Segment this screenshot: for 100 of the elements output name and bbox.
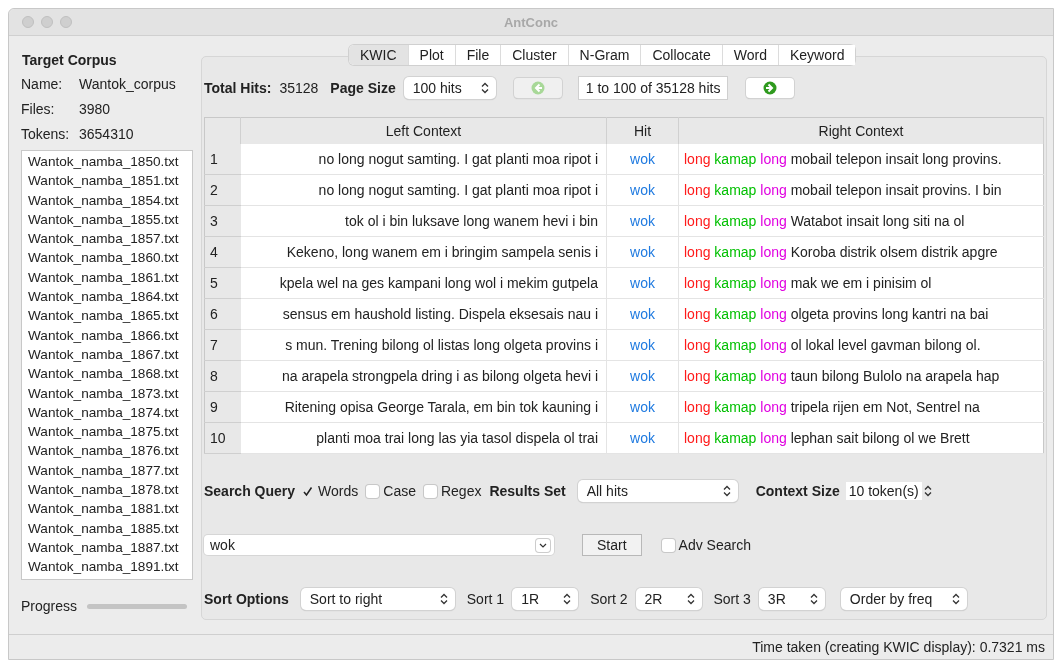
file-item[interactable]: Wantok_namba_1864.txt: [28, 287, 192, 307]
file-item[interactable]: Wantok_namba_1854.txt: [28, 190, 192, 210]
sort-level-select[interactable]: 3R: [758, 588, 825, 610]
left-context-cell: s mun. Trening bilong ol listas long olgeta provins i: [240, 329, 607, 361]
file-item[interactable]: Wantok_namba_1885.txt: [28, 518, 192, 538]
left-context-cell: na arapela strongpela dring i as bilong olgeta hevi i: [240, 360, 607, 392]
file-item[interactable]: Wantok_namba_1855.txt: [28, 209, 192, 230]
row-number: 5: [204, 267, 241, 299]
right-context-cell: long kamap long Koroba distrik olsem distrik apgre: [678, 236, 1044, 268]
right-context-cell: long kamap long mobail telepon insait provins. I bin: [678, 174, 1044, 206]
window-title: AntConc: [503, 14, 559, 30]
order-select[interactable]: Order by freq: [840, 588, 967, 610]
file-item[interactable]: Wantok_namba_1866.txt: [28, 325, 192, 345]
context-size-field[interactable]: 10 token(s): [845, 482, 922, 500]
hits-range-field[interactable]: 1 to 100 of 35128 hits: [577, 76, 729, 100]
file-item[interactable]: Wantok_namba_1874.txt: [28, 402, 192, 423]
file-item[interactable]: Wantok_namba_1857.txt: [28, 229, 192, 249]
row-number: 4: [204, 236, 241, 268]
updown-icon: [563, 593, 572, 605]
sort-options-label: Sort Options: [204, 591, 289, 607]
column-header[interactable]: Hit: [606, 117, 679, 144]
file-item[interactable]: Wantok_namba_1873.txt: [28, 383, 192, 403]
row-number: 2: [204, 174, 241, 206]
right-context-cell: long kamap long mobail telepon insait long provins.: [678, 144, 1044, 175]
checkbox[interactable]: [366, 484, 380, 498]
hit-cell: wok: [606, 360, 679, 392]
hit-cell: wok: [606, 144, 679, 175]
updown-icon: [439, 593, 448, 605]
file-item[interactable]: Wantok_namba_1878.txt: [28, 480, 192, 500]
left-context-cell: Kekeno, long wanem em i bringim sampela senis i: [240, 236, 607, 268]
hit-cell: wok: [606, 267, 679, 299]
hit-cell: wok: [606, 205, 679, 237]
file-item[interactable]: Wantok_namba_1881.txt: [28, 499, 192, 519]
right-context-cell: long kamap long olgeta provins long kantri na bai: [678, 298, 1044, 330]
field-value: 3980: [79, 101, 112, 117]
updown-icon: [480, 82, 489, 94]
left-context-cell: sensus em haushold listing. Dispela eksesais nau i: [240, 298, 607, 330]
sort-level-select[interactable]: 1R: [512, 588, 579, 610]
window-control-button[interactable]: [22, 16, 34, 28]
page-size-label: Page Size: [330, 80, 396, 96]
sort-level-label: Sort 1: [466, 591, 505, 607]
file-item[interactable]: Wantok_namba_1860.txt: [28, 248, 192, 268]
file-item[interactable]: Wantok_namba_1891.txt: [28, 557, 192, 577]
window-control-button[interactable]: [60, 16, 72, 28]
results-set-select[interactable]: All hits: [577, 480, 738, 502]
updown-icon: [809, 593, 818, 605]
total-hits-value: 35128: [279, 80, 319, 96]
search-query-field[interactable]: wok: [204, 535, 554, 555]
sort-mode-select[interactable]: Sort to right: [300, 588, 455, 610]
row-number: 9: [204, 391, 241, 423]
tab[interactable]: KWIC: [349, 45, 409, 65]
hit-cell: wok: [606, 298, 679, 330]
column-header[interactable]: Left Context: [240, 117, 607, 144]
results-set-label: Results Set: [489, 483, 566, 499]
file-item[interactable]: Wantok_namba_1877.txt: [28, 460, 192, 481]
file-item[interactable]: Wantok_namba_1867.txt: [28, 344, 192, 365]
left-context-cell: kpela wel na ges kampani long wol i mekim gutpela: [240, 267, 607, 299]
field-label: Name:: [21, 76, 64, 92]
checkbox[interactable]: [661, 538, 675, 552]
sort-level-label: Sort 3: [713, 591, 751, 607]
left-context-cell: Ritening opisa George Tarala, em bin tok kauning i: [240, 391, 607, 423]
sort-level-select[interactable]: 2R: [635, 588, 702, 610]
status-text: Time taken (creating KWIC display): 0.7321 ms: [752, 639, 1045, 655]
column-header[interactable]: Right Context: [678, 117, 1044, 144]
checkbox[interactable]: [423, 484, 437, 498]
window-control-button[interactable]: [41, 16, 53, 28]
file-item[interactable]: Wantok_namba_1875.txt: [28, 422, 192, 442]
file-item[interactable]: Wantok_namba_1850.txt: [28, 152, 192, 172]
right-context-cell: long kamap long Watabot insait long siti na ol: [678, 205, 1044, 237]
field-label: Files:: [21, 101, 56, 117]
hit-cell: wok: [606, 174, 679, 206]
left-context-cell: no long nogut samting. I gat planti moa ripot i: [240, 144, 607, 175]
updown-icon: [686, 593, 695, 605]
right-context-cell: long kamap long taun bilong Bulolo na arapela hap: [678, 360, 1044, 392]
corpus-heading: Target Corpus: [22, 52, 118, 68]
file-item[interactable]: Wantok_namba_1865.txt: [28, 306, 192, 326]
context-size-label: Context Size: [755, 483, 840, 499]
row-number: 3: [204, 205, 241, 237]
file-item[interactable]: Wantok_namba_1876.txt: [28, 441, 192, 461]
file-item[interactable]: Wantok_namba_1887.txt: [28, 537, 192, 558]
hit-cell: wok: [606, 329, 679, 361]
checkbox-label: Case: [383, 483, 416, 499]
field-value: Wantok_corpus: [79, 76, 177, 92]
checkbox[interactable]: [301, 484, 315, 498]
page-size-select[interactable]: 100 hits: [403, 77, 496, 99]
checkbox-label: Words: [318, 483, 359, 499]
search-query-label: Search Query: [204, 483, 296, 499]
right-context-cell: long kamap long mak we em i pinisim ol: [678, 267, 1044, 299]
file-item[interactable]: Wantok_namba_1851.txt: [28, 171, 192, 191]
row-number: 7: [204, 329, 241, 361]
start-button[interactable]: Start: [582, 534, 642, 556]
next-button[interactable]: [746, 78, 795, 98]
file-item[interactable]: Wantok_namba_1868.txt: [28, 364, 192, 384]
file-item[interactable]: Wantok_namba_1861.txt: [28, 267, 192, 288]
chevron-down-icon: [539, 542, 547, 548]
updown-icon: [722, 485, 731, 497]
right-context-cell: long kamap long lephan sait bilong ol we Brett: [678, 422, 1044, 454]
left-context-cell: tok ol i bin luksave long wanem hevi i bin: [240, 205, 607, 237]
hit-cell: wok: [606, 236, 679, 268]
field-value: 3654310: [79, 126, 135, 142]
